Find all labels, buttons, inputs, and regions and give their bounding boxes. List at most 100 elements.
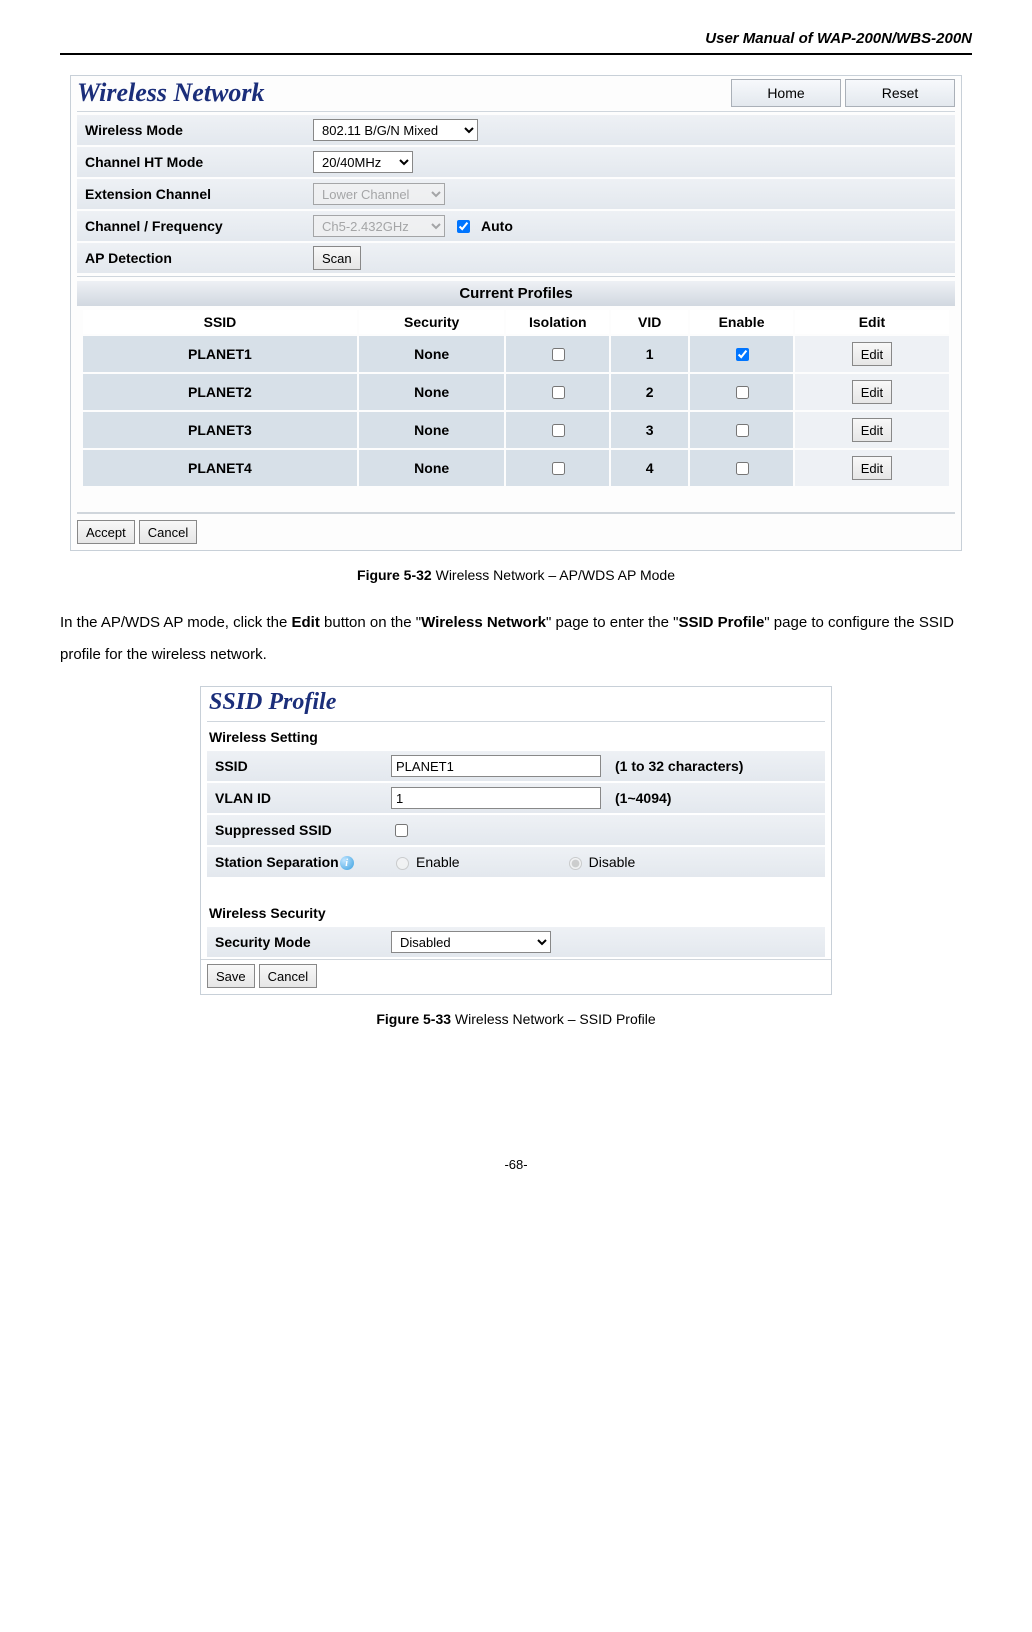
ssid-label: SSID (211, 758, 391, 774)
edit-button[interactable]: Edit (852, 418, 892, 442)
station-separation-label: Station Separationi (211, 854, 391, 870)
cancel-button[interactable]: Cancel (259, 964, 317, 988)
vlan-input[interactable] (391, 787, 601, 809)
panel-title: Wireless Network (77, 78, 265, 108)
table-row: PLANET2 None 2 Edit (83, 374, 949, 410)
enable-label: Enable (416, 854, 460, 870)
row-wireless-mode: Wireless Mode 802.11 B/G/N Mixed (77, 115, 955, 145)
figure-caption-1: Figure 5-32 Wireless Network – AP/WDS AP… (60, 567, 972, 583)
ht-mode-label: Channel HT Mode (81, 154, 313, 170)
figure-caption-2: Figure 5-33 Wireless Network – SSID Prof… (60, 1011, 972, 1027)
auto-label: Auto (481, 218, 513, 234)
title-rule (77, 111, 955, 112)
wireless-setting-header: Wireless Setting (201, 725, 831, 749)
enable-checkbox[interactable] (736, 386, 749, 399)
cell-isolation (506, 336, 609, 372)
cell-ssid: PLANET3 (83, 412, 357, 448)
cell-edit: Edit (795, 450, 949, 486)
security-mode-select[interactable]: Disabled (391, 931, 551, 953)
cancel-button[interactable]: Cancel (139, 520, 197, 544)
cell-vid: 2 (611, 374, 688, 410)
bottom-rule (77, 512, 955, 514)
edit-button[interactable]: Edit (852, 342, 892, 366)
scan-button[interactable]: Scan (313, 246, 361, 270)
row-ssid: SSID (1 to 32 characters) (207, 751, 825, 781)
cell-vid: 1 (611, 336, 688, 372)
auto-checkbox[interactable] (457, 220, 470, 233)
isolation-checkbox[interactable] (552, 386, 565, 399)
suppressed-ssid-checkbox[interactable] (395, 824, 408, 837)
edit-button[interactable]: Edit (852, 380, 892, 404)
divider (77, 276, 955, 277)
col-edit: Edit (795, 310, 949, 334)
enable-radio (396, 857, 409, 870)
wireless-security-header: Wireless Security (201, 901, 831, 925)
cell-isolation (506, 412, 609, 448)
cell-edit: Edit (795, 412, 949, 448)
header-rule (60, 53, 972, 55)
cell-enable (690, 450, 793, 486)
profiles-table: SSID Security Isolation VID Enable Edit … (81, 308, 951, 488)
cell-edit: Edit (795, 336, 949, 372)
isolation-checkbox[interactable] (552, 348, 565, 361)
suppressed-ssid-label: Suppressed SSID (211, 822, 391, 838)
wireless-mode-select[interactable]: 802.11 B/G/N Mixed (313, 119, 478, 141)
cell-ssid: PLANET4 (83, 450, 357, 486)
ht-mode-select[interactable]: 20/40MHz (313, 151, 413, 173)
title-rule (207, 721, 825, 722)
enable-checkbox[interactable] (736, 424, 749, 437)
table-row: PLANET3 None 3 Edit (83, 412, 949, 448)
ssid-hint: (1 to 32 characters) (615, 758, 743, 774)
row-channel-frequency: Channel / Frequency Ch5-2.432GHz Auto (77, 211, 955, 241)
wireless-mode-label: Wireless Mode (81, 122, 313, 138)
home-button[interactable]: Home (731, 79, 841, 107)
doc-header: User Manual of WAP-200N/WBS-200N (60, 30, 972, 47)
col-vid: VID (611, 310, 688, 334)
current-profiles-header: Current Profiles (77, 281, 955, 306)
col-ssid: SSID (83, 310, 357, 334)
disable-radio (569, 857, 582, 870)
accept-button[interactable]: Accept (77, 520, 135, 544)
save-button[interactable]: Save (207, 964, 255, 988)
cell-isolation (506, 374, 609, 410)
row-ht-mode: Channel HT Mode 20/40MHz (77, 147, 955, 177)
cell-security: None (359, 374, 505, 410)
cell-isolation (506, 450, 609, 486)
table-row: PLANET1 None 1 Edit (83, 336, 949, 372)
enable-checkbox[interactable] (736, 462, 749, 475)
ssid-profile-panel: SSID Profile Wireless Setting SSID (1 to… (200, 686, 832, 995)
cell-enable (690, 412, 793, 448)
cell-security: None (359, 336, 505, 372)
channel-frequency-label: Channel / Frequency (81, 218, 313, 234)
isolation-checkbox[interactable] (552, 424, 565, 437)
cell-ssid: PLANET2 (83, 374, 357, 410)
ssid-input[interactable] (391, 755, 601, 777)
row-station-separation: Station Separationi Enable Disable (207, 847, 825, 877)
extension-channel-select: Lower Channel (313, 183, 445, 205)
cell-security: None (359, 412, 505, 448)
table-row: PLANET4 None 4 Edit (83, 450, 949, 486)
info-icon: i (340, 856, 354, 870)
col-enable: Enable (690, 310, 793, 334)
isolation-checkbox[interactable] (552, 462, 565, 475)
cell-ssid: PLANET1 (83, 336, 357, 372)
cell-security: None (359, 450, 505, 486)
reset-button[interactable]: Reset (845, 79, 955, 107)
row-security-mode: Security Mode Disabled (207, 927, 825, 957)
cell-vid: 4 (611, 450, 688, 486)
row-extension-channel: Extension Channel Lower Channel (77, 179, 955, 209)
col-security: Security (359, 310, 505, 334)
wireless-network-panel: Wireless Network Home Reset Wireless Mod… (70, 75, 962, 551)
vlan-hint: (1~4094) (615, 790, 671, 806)
enable-checkbox[interactable] (736, 348, 749, 361)
edit-button[interactable]: Edit (852, 456, 892, 480)
ap-detection-label: AP Detection (81, 250, 313, 266)
row-suppressed-ssid: Suppressed SSID (207, 815, 825, 845)
cell-enable (690, 374, 793, 410)
row-vlan: VLAN ID (1~4094) (207, 783, 825, 813)
channel-frequency-select: Ch5-2.432GHz (313, 215, 445, 237)
row-ap-detection: AP Detection Scan (77, 243, 955, 273)
vlan-label: VLAN ID (211, 790, 391, 806)
col-isolation: Isolation (506, 310, 609, 334)
body-paragraph: In the AP/WDS AP mode, click the Edit bu… (60, 607, 972, 670)
